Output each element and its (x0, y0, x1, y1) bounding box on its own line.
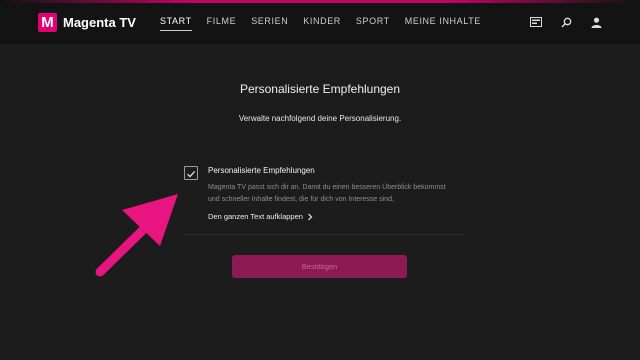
top-navigation-bar: M Magenta TV START FILME SERIEN KINDER S… (0, 0, 640, 44)
page-title: Personalisierte Empfehlungen (239, 82, 401, 96)
expand-text-link[interactable]: Den ganzen Text aufklappen (208, 212, 313, 221)
main-nav: START FILME SERIEN KINDER SPORT MEINE IN… (160, 16, 481, 31)
nav-item-start[interactable]: START (160, 16, 192, 31)
search-icon[interactable] (560, 16, 572, 28)
option-label: Personalisierte Empfehlungen (208, 166, 315, 175)
chevron-right-icon (308, 213, 313, 220)
nav-item-serien[interactable]: SERIEN (251, 16, 288, 31)
page-subtitle: Verwalte nachfolgend deine Personalisier… (238, 114, 402, 123)
brand-name: Magenta TV (63, 15, 136, 30)
magenta-logo-icon: M (38, 13, 57, 32)
header-tools (530, 16, 602, 28)
expand-text-label: Den ganzen Text aufklappen (208, 212, 303, 221)
nav-item-filme[interactable]: FILME (207, 16, 237, 31)
personalization-option: Personalisierte Empfehlungen Magenta TV … (184, 164, 464, 235)
brand-logo[interactable]: M Magenta TV (38, 13, 136, 32)
user-icon[interactable] (590, 16, 602, 28)
checkmark-icon (187, 170, 196, 178)
nav-item-meine-inhalte[interactable]: MEINE INHALTE (405, 16, 481, 31)
option-description: Magenta TV passt sich dir an. Damit du e… (208, 184, 446, 203)
personalization-checkbox[interactable] (184, 166, 198, 180)
nav-item-sport[interactable]: SPORT (356, 16, 390, 31)
confirm-button[interactable]: Bestätigen (232, 255, 407, 278)
tv-guide-icon[interactable] (530, 16, 542, 28)
nav-item-kinder[interactable]: KINDER (303, 16, 341, 31)
